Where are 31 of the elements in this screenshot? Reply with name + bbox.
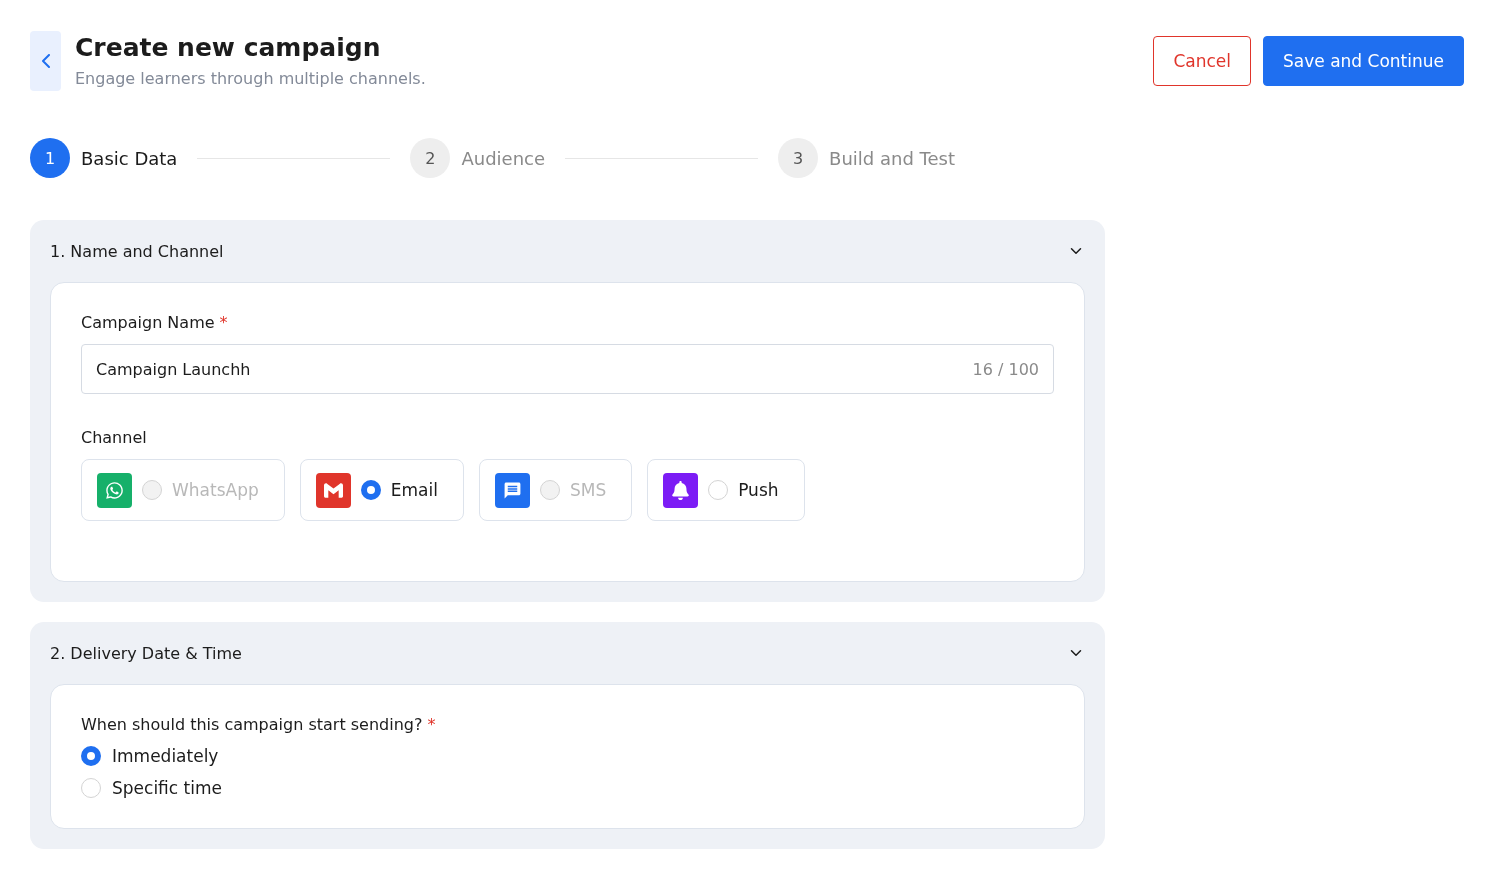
option-label: Specific time bbox=[112, 778, 222, 798]
step-number: 3 bbox=[778, 138, 819, 178]
back-button[interactable] bbox=[30, 31, 61, 91]
radio-button[interactable] bbox=[81, 746, 101, 766]
step-number: 1 bbox=[30, 138, 70, 178]
question-label: When should this campaign start sending? bbox=[81, 715, 423, 734]
step-number: 2 bbox=[410, 138, 451, 178]
required-mark: * bbox=[219, 313, 228, 332]
channel-label: Email bbox=[390, 480, 438, 500]
section-title[interactable]: 1. Name and Channel bbox=[50, 241, 224, 261]
field-label: Campaign Name bbox=[81, 313, 215, 332]
save-button[interactable]: Save and Continue bbox=[1263, 36, 1464, 86]
step-label: Build and Test bbox=[829, 147, 955, 169]
character-counter: 16 / 100 bbox=[972, 359, 1039, 379]
channel-option[interactable]: Email bbox=[299, 459, 464, 521]
page-title: Create new campaign bbox=[75, 32, 382, 64]
cancel-button[interactable]: Cancel bbox=[1153, 36, 1252, 86]
channel-option[interactable]: Push bbox=[647, 459, 805, 521]
page-subtitle: Engage learners through multiple channels. bbox=[75, 69, 427, 88]
required-mark: * bbox=[427, 715, 436, 734]
input-field[interactable]: Campaign Launchh 16 / 100 bbox=[81, 344, 1054, 394]
channel-label: Push bbox=[738, 480, 779, 500]
step-label: Basic Data bbox=[81, 147, 178, 169]
back-icon bbox=[41, 54, 50, 68]
step-label: Audience bbox=[461, 147, 545, 169]
field-label: Channel bbox=[81, 428, 147, 447]
section-title[interactable]: 2. Delivery Date & Time bbox=[50, 643, 242, 663]
channel-label: SMS bbox=[569, 480, 607, 500]
option-label: Immediately bbox=[112, 746, 219, 766]
channel-label: WhatsApp bbox=[172, 480, 259, 500]
radio-button[interactable] bbox=[360, 480, 381, 500]
